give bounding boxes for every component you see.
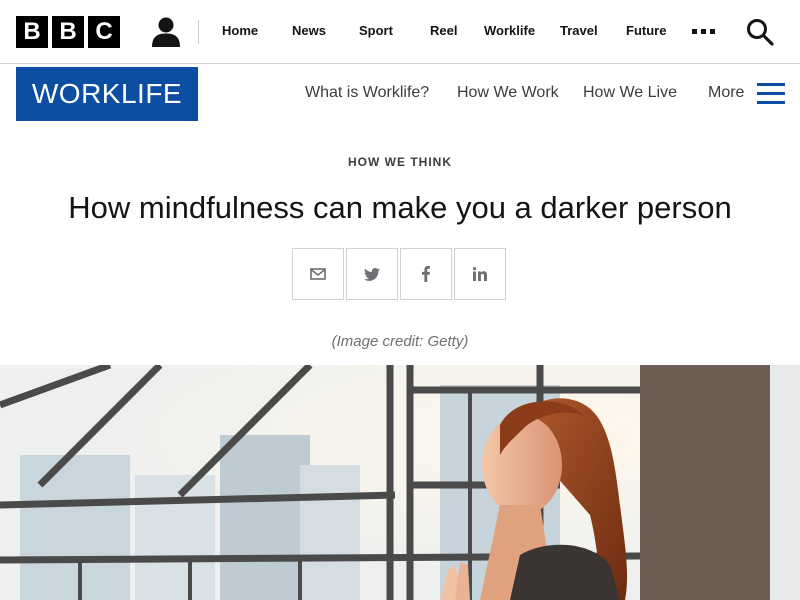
more-dots-icon[interactable] [692, 29, 715, 34]
twitter-icon [364, 267, 380, 281]
search-icon [747, 19, 774, 46]
nav-reel[interactable]: Reel [430, 23, 457, 38]
bbc-logo-letter: B [52, 16, 84, 48]
hero-photo-meditation [0, 365, 800, 600]
facebook-icon [422, 266, 430, 282]
worklife-header: WORKLIFE What is Worklife? How We Work H… [0, 65, 800, 125]
nav-travel[interactable]: Travel [560, 23, 598, 38]
bbc-logo-letter: B [16, 16, 48, 48]
account-icon [152, 17, 180, 47]
nav-sport[interactable]: Sport [359, 23, 393, 38]
article-category[interactable]: HOW WE THINK [0, 155, 800, 169]
header-divider [198, 20, 199, 44]
email-icon [310, 268, 326, 280]
nav-what-is-worklife[interactable]: What is Worklife? [305, 84, 429, 102]
article-headline: How mindfulness can make you a darker pe… [68, 190, 732, 225]
nav-how-we-work[interactable]: How We Work [457, 84, 559, 102]
search-button[interactable] [746, 18, 774, 46]
worklife-logo[interactable]: WORKLIFE [16, 67, 198, 121]
nav-home[interactable]: Home [222, 23, 258, 38]
nav-how-we-live[interactable]: How We Live [583, 84, 677, 102]
share-facebook-button[interactable] [400, 248, 452, 300]
share-buttons [292, 248, 506, 300]
article-hero-image [0, 365, 800, 600]
nav-future[interactable]: Future [626, 23, 666, 38]
share-twitter-button[interactable] [346, 248, 398, 300]
nav-news[interactable]: News [292, 23, 326, 38]
share-email-button[interactable] [292, 248, 344, 300]
account-button[interactable] [150, 17, 182, 47]
image-credit: (Image credit: Getty) [331, 333, 469, 350]
linkedin-icon [473, 267, 487, 281]
bbc-logo-letter: C [88, 16, 120, 48]
bbc-global-header: B B C Home News Sport Reel Worklife Trav… [0, 0, 800, 64]
more-menu-label[interactable]: More [708, 84, 744, 102]
bbc-logo[interactable]: B B C [16, 16, 120, 48]
nav-worklife[interactable]: Worklife [484, 23, 535, 38]
share-linkedin-button[interactable] [454, 248, 506, 300]
hamburger-menu-icon[interactable] [757, 83, 785, 105]
